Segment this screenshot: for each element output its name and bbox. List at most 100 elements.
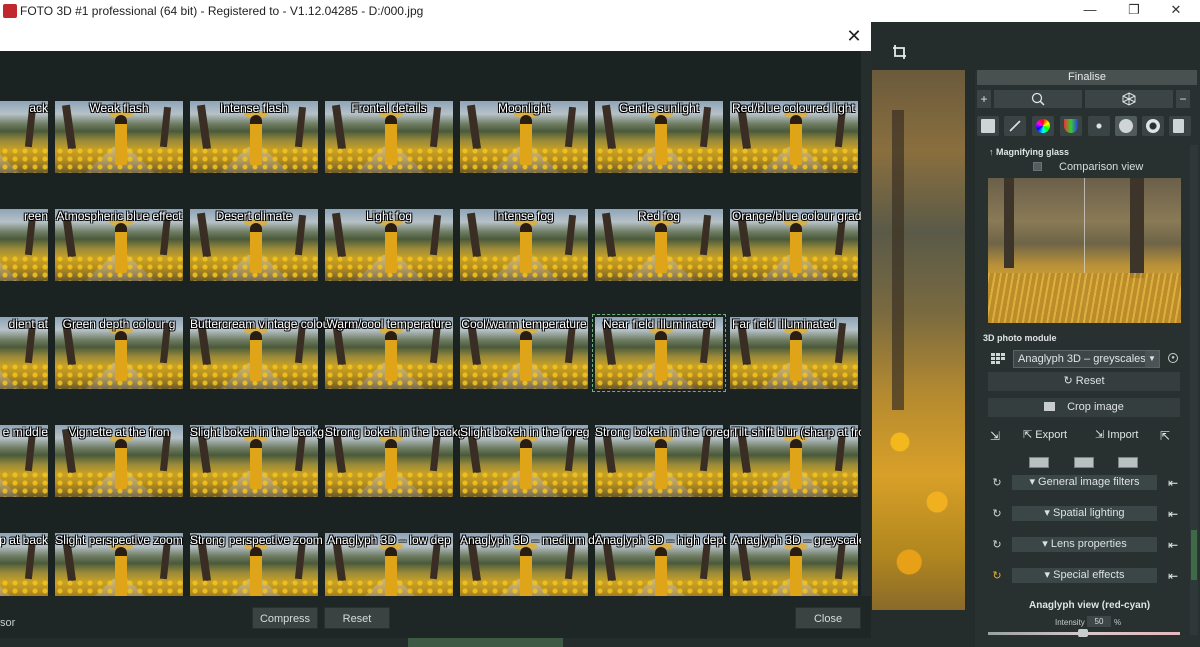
effect-thumbnail[interactable]: Slight bokeh in the backg	[190, 425, 325, 497]
refresh-active-icon[interactable]: ↻	[989, 568, 1005, 584]
accordion-general-filters[interactable]: ▾ General image filters	[1012, 475, 1157, 490]
brush-tool[interactable]	[1004, 116, 1026, 136]
accordion-lens-properties[interactable]: ▾ Lens properties	[1012, 537, 1157, 552]
grid-tool[interactable]	[977, 116, 999, 136]
close-button[interactable]: Close	[795, 607, 861, 629]
zoom-in-button[interactable]: +	[977, 90, 991, 108]
refresh-icon[interactable]: ↻	[989, 475, 1005, 491]
effect-thumbnail[interactable]: Strong bokeh in the backg	[325, 425, 464, 497]
panel-scroll-thumb[interactable]	[1191, 530, 1197, 580]
effect-thumbnail[interactable]: Moonlight	[460, 101, 588, 173]
zoom-out-button[interactable]: −	[1176, 90, 1190, 108]
document-tool[interactable]	[1169, 116, 1191, 136]
eye-icon[interactable]: ●	[1168, 353, 1178, 363]
refresh-icon[interactable]: ↻	[989, 506, 1005, 522]
minimize-button[interactable]: —	[1070, 2, 1110, 20]
effect-thumbnail[interactable]: Anaglyph 3D – medium de	[460, 533, 601, 596]
effect-thumbnail[interactable]: Intense flash	[190, 101, 318, 173]
effect-thumbnail[interactable]: ack	[0, 101, 48, 173]
effect-thumbnail[interactable]: Gentle sunlight	[595, 101, 723, 173]
color-wheel-tool[interactable]	[1032, 116, 1054, 136]
grid-scrollbar[interactable]	[861, 51, 871, 596]
reset-button[interactable]: Reset	[324, 607, 390, 629]
effect-label: Gentle sunlight	[618, 101, 700, 115]
magnifier-preview[interactable]	[988, 178, 1181, 323]
effect-label: Slight bokeh in the backg	[190, 425, 325, 439]
export-left-icon[interactable]: ⇲	[990, 429, 1008, 443]
lens-tool[interactable]	[1115, 116, 1137, 136]
restore-button[interactable]: ❐	[1114, 2, 1154, 20]
pin-icon[interactable]: ⇤	[1163, 537, 1183, 553]
effect-thumbnail[interactable]: Slight bokeh in the foreg	[460, 425, 589, 497]
effect-thumbnail[interactable]: Cool/warm temperature	[460, 317, 588, 389]
effect-thumbnail[interactable]: e middle	[0, 425, 48, 497]
effect-thumbnail[interactable]: Red fog	[595, 209, 723, 281]
effect-thumbnail[interactable]: Vignette at the fron	[55, 425, 183, 497]
thumb-person	[115, 223, 127, 273]
effect-thumbnail[interactable]: Slight perspective zoom	[55, 533, 183, 596]
comparison-view-label: Comparison view	[1059, 161, 1144, 173]
thumb-person	[655, 115, 667, 165]
pin-icon[interactable]: ⇤	[1163, 506, 1183, 522]
layout-option-3[interactable]	[1118, 457, 1138, 468]
effect-thumbnail[interactable]: Red/blue coloured light	[730, 101, 858, 173]
effect-thumbnail[interactable]: Near field illuminated	[592, 314, 726, 392]
search-button[interactable]	[994, 90, 1082, 108]
refresh-icon[interactable]: ↻	[989, 537, 1005, 553]
effect-label: Desert climate	[215, 209, 293, 223]
effect-thumbnail[interactable]: Atmospheric blue effect	[55, 209, 183, 281]
effect-thumbnail[interactable]: Frontal details	[325, 101, 453, 173]
effect-thumbnail[interactable]: Buttercream vintage colour gra	[190, 317, 354, 389]
effect-thumbnail[interactable]: Tilt-shift blur (sharp at fron	[730, 425, 861, 497]
effect-thumbnail[interactable]: Green depth colour g	[55, 317, 183, 389]
thumb-person	[385, 547, 397, 596]
import-right-icon[interactable]: ⇱	[1160, 429, 1178, 443]
effect-thumbnail[interactable]: Desert climate	[190, 209, 318, 281]
effect-thumbnail[interactable]: rp at back	[0, 533, 48, 596]
effect-thumbnail[interactable]: Anaglyph 3D – high dept	[595, 533, 726, 596]
effect-thumbnail[interactable]: Warm/cool temperature	[325, 317, 453, 389]
layout-option-1[interactable]	[1029, 457, 1049, 468]
intensity-slider-knob[interactable]	[1078, 629, 1088, 637]
effect-thumbnail[interactable]: dient at	[0, 317, 48, 389]
dialog-close-icon[interactable]: ✕	[845, 27, 863, 45]
aperture-tool[interactable]	[1142, 116, 1164, 136]
pin-icon[interactable]: ⇤	[1163, 475, 1183, 491]
effect-thumbnail[interactable]: Light fog	[325, 209, 453, 281]
effect-thumbnail[interactable]: Intense fog	[460, 209, 588, 281]
accordion-spatial-lighting[interactable]: ▾ Spatial lighting	[1012, 506, 1157, 521]
module-reset-button[interactable]: ↻ Reset	[988, 372, 1180, 391]
crop-box-icon	[1044, 402, 1056, 411]
finalise-button[interactable]: Finalise	[977, 70, 1197, 85]
layout-option-2[interactable]	[1074, 457, 1094, 468]
effect-thumbnail[interactable]: Strong perspective zoom	[190, 533, 323, 596]
gradient-tool[interactable]	[1060, 116, 1082, 136]
pin-icon[interactable]: ⇤	[1163, 568, 1183, 584]
export-button[interactable]: ⇱ Export	[1023, 428, 1067, 441]
right-panel: Finalise + − ↑ Magnifying glass Comparis…	[975, 70, 1200, 647]
effect-thumbnail[interactable]: Weak flash	[55, 101, 183, 173]
effect-thumbnail[interactable]: Strong bokeh in the foregr	[595, 425, 734, 497]
effect-thumbnail[interactable]: Orange/blue colour gradie	[730, 209, 861, 281]
main-image-preview[interactable]	[872, 70, 965, 610]
effect-thumbnail[interactable]: reen	[0, 209, 48, 281]
3d-view-button[interactable]	[1085, 90, 1173, 108]
accordion-special-effects[interactable]: ▾ Special effects	[1012, 568, 1157, 583]
compress-button[interactable]: Compress	[252, 607, 318, 629]
close-window-button[interactable]: ✕	[1156, 2, 1196, 20]
network-tool[interactable]	[1088, 116, 1110, 136]
search-icon	[1031, 92, 1045, 106]
module-select[interactable]: Anaglyph 3D – greyscales ▼	[1013, 350, 1160, 368]
crop-image-button[interactable]: Crop image	[988, 398, 1180, 417]
import-button[interactable]: ⇲ Import	[1095, 428, 1138, 441]
bottom-green-button[interactable]	[408, 637, 563, 647]
effect-thumbnail[interactable]: Anaglyph 3D – low dep	[325, 533, 453, 596]
chevron-down-icon: ▼	[1145, 351, 1159, 367]
crop-tool-icon[interactable]	[892, 44, 908, 60]
comparison-view-checkbox[interactable]	[1033, 162, 1042, 171]
effect-thumbnail[interactable]: Far field illuminated	[730, 317, 858, 389]
effect-thumbnail[interactable]: Anaglyph 3D – greyscale	[730, 533, 861, 596]
intensity-value-field[interactable]: 50	[1087, 616, 1111, 627]
cube-icon	[1122, 92, 1136, 106]
thumb-dots	[0, 579, 48, 596]
